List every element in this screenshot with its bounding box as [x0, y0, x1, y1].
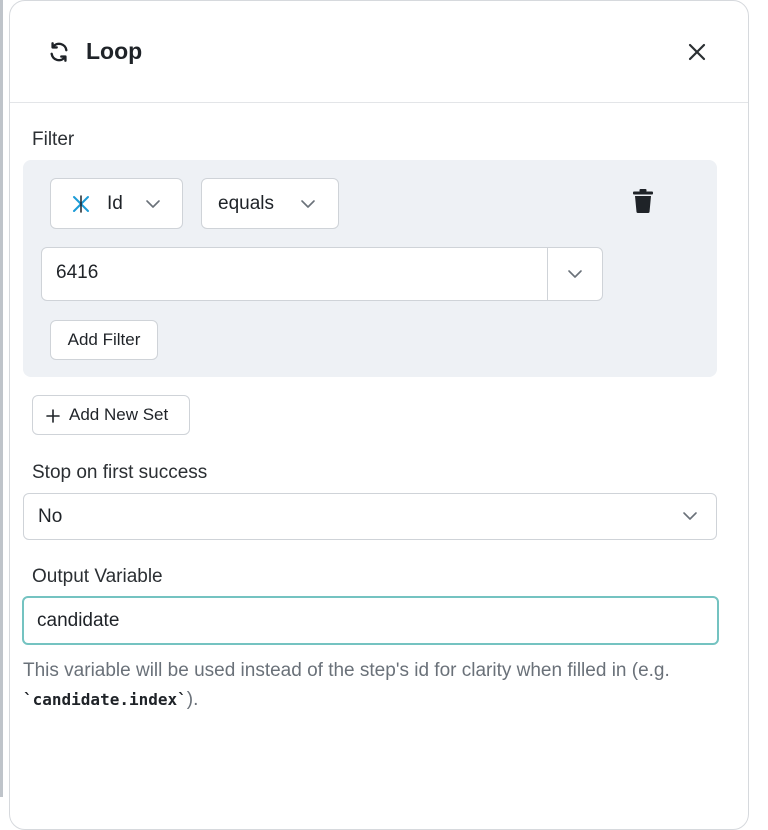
add-new-set-label: Add New Set	[69, 405, 169, 424]
chevron-down-icon	[301, 200, 315, 208]
value-dropdown-toggle[interactable]	[548, 248, 602, 300]
chevron-down-icon	[146, 200, 160, 208]
operator-select[interactable]: equals	[201, 178, 339, 229]
help-code: `candidate.index`	[23, 690, 187, 709]
panel-header: Loop	[10, 1, 748, 103]
scrollbar-edge	[0, 0, 3, 797]
add-filter-label: Add Filter	[67, 330, 141, 349]
close-icon[interactable]	[682, 37, 712, 67]
filter-value-input[interactable]: 6416	[41, 247, 603, 301]
stop-on-first-success-label: Stop on first success	[32, 462, 208, 483]
field-label: Id	[107, 193, 123, 214]
panel-title: Loop	[86, 38, 143, 64]
add-filter-button[interactable]: Add Filter	[50, 320, 158, 360]
add-new-set-button[interactable]: Add New Set	[32, 395, 190, 435]
filter-value: 6416	[56, 262, 99, 283]
chevron-down-icon	[683, 512, 697, 520]
output-variable-help: This variable will be used instead of th…	[23, 656, 723, 714]
stop-on-first-success-value: No	[38, 506, 63, 527]
help-suffix: ).	[186, 689, 199, 710]
trash-icon[interactable]	[632, 188, 654, 214]
chevron-down-icon	[568, 270, 582, 278]
refresh-icon	[50, 42, 68, 62]
output-variable-label: Output Variable	[32, 566, 163, 587]
brand-x-icon	[73, 195, 89, 213]
operator-label: equals	[218, 193, 274, 214]
output-variable-value: candidate	[37, 610, 120, 631]
output-variable-input[interactable]: candidate	[22, 596, 719, 645]
field-select[interactable]: Id	[50, 178, 183, 229]
stop-on-first-success-select[interactable]: No	[23, 493, 717, 540]
plus-icon	[46, 409, 60, 423]
help-prefix: This variable will be used instead of th…	[23, 660, 670, 681]
filter-label: Filter	[32, 129, 75, 150]
